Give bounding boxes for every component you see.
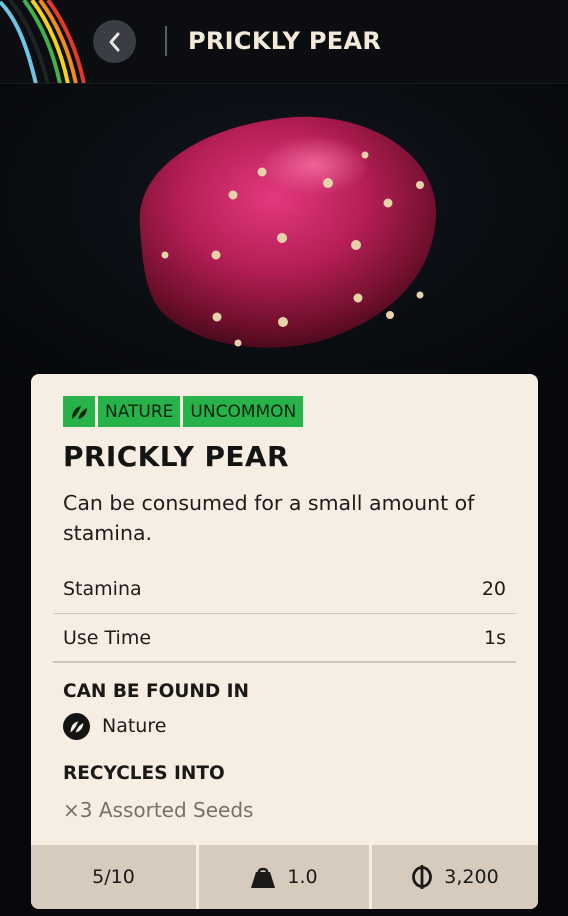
item-tags: NATURE UNCOMMON: [63, 396, 304, 427]
item-weight: 1.0: [199, 845, 369, 909]
back-button[interactable]: [93, 20, 136, 63]
item-price: 3,200: [372, 845, 538, 909]
stat-label: Stamina: [63, 578, 142, 600]
top-bar: PRICKLY PEAR: [0, 0, 568, 84]
prickly-pear-image: [139, 116, 437, 348]
price-value: 3,200: [444, 866, 499, 888]
found-in-heading: CAN BE FOUND IN: [63, 681, 250, 702]
item-details-card: NATURE UNCOMMON PRICKLY PEAR Can be cons…: [31, 374, 538, 909]
item-description: Can be consumed for a small amount of st…: [63, 491, 475, 545]
item-name: PRICKLY PEAR: [63, 440, 289, 473]
item-image-area: [0, 85, 568, 375]
nature-location-icon: [63, 712, 90, 740]
found-in-location-nature: Nature: [63, 712, 166, 740]
page-title: PRICKLY PEAR: [188, 27, 382, 55]
coin-icon: [412, 865, 433, 889]
leaf-icon: [70, 720, 84, 732]
stat-value: 1s: [484, 626, 506, 649]
chevron-left-icon: [109, 32, 119, 51]
nature-tag-icon-badge: [63, 396, 95, 427]
stat-value: 20: [481, 578, 506, 600]
weight-value: 1.0: [287, 866, 318, 888]
stat-row-use-time: Use Time 1s: [53, 614, 516, 663]
stack-count-value: 5/10: [92, 866, 135, 888]
recycles-into-heading: RECYCLES INTO: [63, 763, 225, 784]
leaf-icon: [72, 405, 87, 419]
rainbow-stripes-decoration: [0, 0, 86, 83]
stack-count: 5/10: [31, 845, 196, 909]
category-tag: NATURE: [98, 396, 181, 427]
weight-icon: [251, 867, 276, 888]
found-in-label: Nature: [102, 715, 167, 737]
stat-row-stamina: Stamina 20: [53, 565, 516, 614]
header-divider: [165, 26, 167, 56]
recycles-into-item: ×3 Assorted Seeds: [63, 798, 254, 822]
rarity-tag: UNCOMMON: [183, 396, 304, 427]
stat-label: Use Time: [63, 626, 152, 649]
item-stats-footer: 5/10 1.0 3,200: [31, 845, 538, 909]
